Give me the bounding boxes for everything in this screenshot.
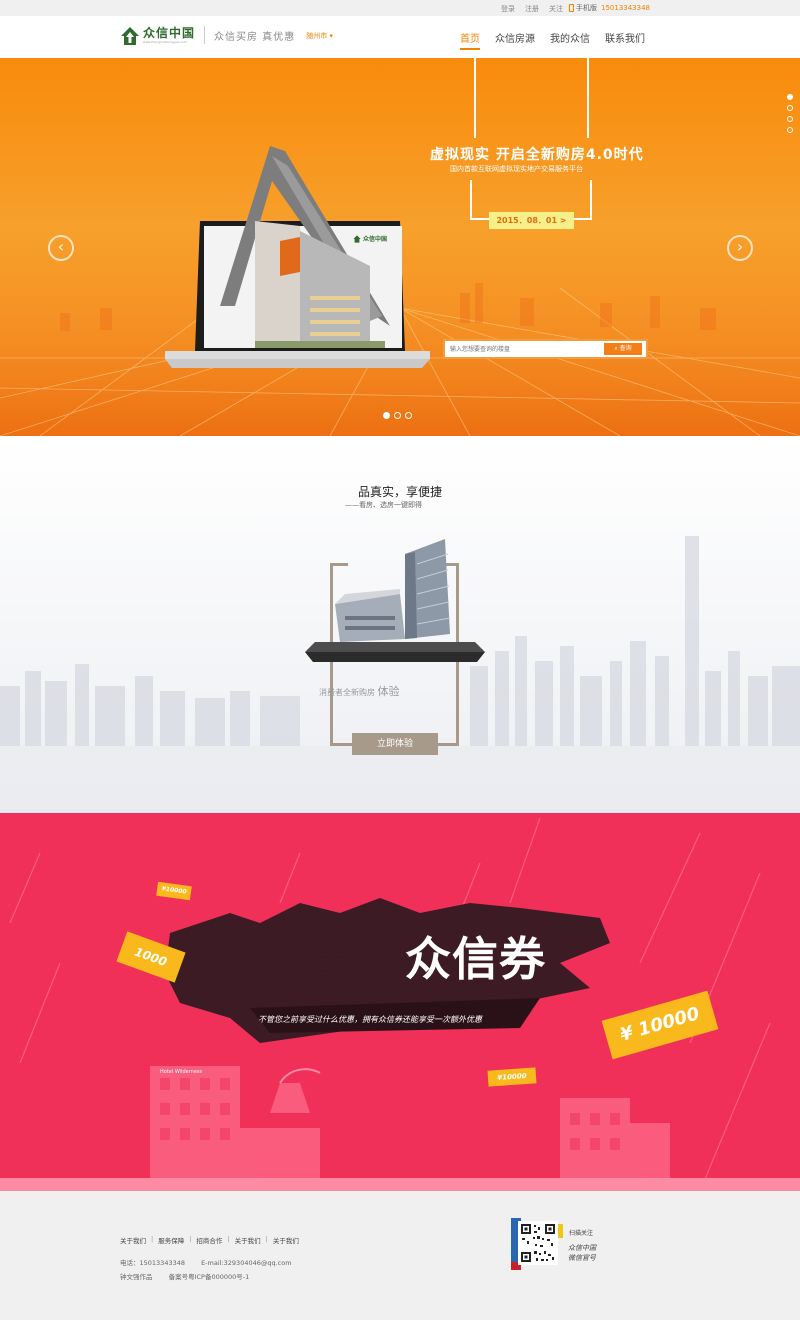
building-model-illustration bbox=[305, 539, 485, 662]
side-slide-indicator bbox=[787, 94, 793, 133]
laptop-screen-logo: 众信中国 bbox=[353, 234, 387, 243]
footer-link-about-2[interactable]: 关于我们 bbox=[235, 1235, 261, 1245]
house-logo-icon bbox=[121, 27, 139, 45]
phone-icon bbox=[569, 4, 574, 12]
experience-caption-prefix: 消费者全新购房 bbox=[319, 688, 375, 697]
frame-line-left-top bbox=[474, 58, 476, 138]
experience-subtitle: ——看房、选房一键即得 bbox=[345, 501, 422, 509]
nav-contact[interactable]: 联系我们 bbox=[605, 30, 645, 50]
coupon-title-brand-voucher: 众信券 bbox=[405, 932, 546, 986]
experience-caption: 消费者全新购房 体验 bbox=[319, 683, 400, 699]
frame-line-right-top bbox=[587, 58, 589, 138]
side-dot[interactable] bbox=[787, 105, 793, 111]
mobile-version-link[interactable]: 手机版 bbox=[569, 3, 597, 13]
footer-separator: | bbox=[227, 1235, 230, 1243]
nav-my-account[interactable]: 我的众信 bbox=[550, 30, 590, 50]
hotline-number: 15013343348 bbox=[601, 4, 650, 12]
footer-link-about[interactable]: 关于我们 bbox=[120, 1235, 146, 1245]
nav-listings[interactable]: 众信房源 bbox=[495, 30, 535, 50]
coupon-promo-section: ¥10000 1000 额外优惠 众信券 不管您之前享受过什么优惠，拥有众信券还… bbox=[0, 813, 800, 1191]
search-icon: ⌕ bbox=[614, 345, 618, 352]
coupon-ticket-small-right: ¥10000 bbox=[487, 1067, 537, 1087]
building-sign: Hotel Wilderness bbox=[160, 1069, 203, 1075]
property-search-input[interactable] bbox=[450, 342, 605, 356]
bottom-dot[interactable] bbox=[383, 412, 390, 419]
laptop-logo-text: 众信中国 bbox=[363, 236, 388, 243]
logo-divider bbox=[204, 26, 206, 44]
experience-section: 品真实，享便捷 ——看房、选房一键即得 消费者全新购房 体验 立即体验 bbox=[0, 436, 800, 813]
main-nav: 首页 众信房源 我的众信 联系我们 bbox=[460, 30, 645, 50]
bottom-dot[interactable] bbox=[394, 412, 401, 419]
experience-caption-emphasis: 体验 bbox=[377, 685, 400, 698]
footer-links: 关于我们 | 服务保障 | 招商合作 | 关于我们 | 关于我们 bbox=[120, 1235, 299, 1245]
banner-title: 虚拟现实 开启全新购房4.0时代 bbox=[430, 147, 644, 163]
side-dot[interactable] bbox=[787, 127, 793, 133]
bottom-slide-indicator bbox=[383, 412, 412, 419]
experience-title: 品真实，享便捷 bbox=[357, 485, 442, 499]
nav-home[interactable]: 首页 bbox=[460, 30, 480, 50]
next-slide-arrow[interactable]: › bbox=[727, 235, 753, 261]
footer-link-about-3[interactable]: 关于我们 bbox=[273, 1235, 299, 1245]
laptop-building-illustration bbox=[165, 146, 430, 368]
house-mini-icon bbox=[353, 234, 361, 243]
frame-line-left-bottom bbox=[470, 180, 472, 220]
top-utility-bar: 登录 注册 关注 手机版 15013343348 bbox=[0, 0, 800, 16]
mobile-version-label: 手机版 bbox=[576, 4, 597, 12]
logo-text: 众信中国 www.zhongxinzhongguo.com bbox=[143, 26, 195, 44]
search-button[interactable]: ⌕ 查询 bbox=[604, 343, 642, 355]
search-button-label: 查询 bbox=[619, 345, 632, 352]
footer-separator: | bbox=[265, 1235, 268, 1243]
footer-separator: | bbox=[151, 1235, 154, 1243]
side-dot[interactable] bbox=[787, 116, 793, 122]
footer-copyright: 钟文强作品 备案号粤ICP备000000号-1 bbox=[120, 1271, 249, 1281]
city-selector[interactable]: 随州市 ▾ bbox=[306, 31, 333, 41]
slogan: 众信买房 真优惠 bbox=[214, 32, 296, 43]
logo-url: www.zhongxinzhongguo.com bbox=[143, 40, 187, 44]
hero-banner: 虚拟现实 开启全新购房4.0时代 国内首款互联网虚拟现实地产交易服务平台 201… bbox=[0, 58, 800, 436]
site-header: 众信中国 www.zhongxinzhongguo.com 众信买房 真优惠 随… bbox=[0, 16, 800, 58]
footer-link-partnership[interactable]: 招商合作 bbox=[196, 1235, 222, 1245]
qr-brand-account: 微信官号 bbox=[568, 1254, 596, 1262]
launch-date-button[interactable]: 2015．08．01 > bbox=[489, 212, 574, 229]
logo-name: 众信中国 bbox=[143, 26, 196, 40]
side-dot[interactable] bbox=[787, 94, 793, 100]
footer-separator: | bbox=[189, 1235, 192, 1243]
wechat-qr-code bbox=[511, 1218, 563, 1270]
bottom-dot[interactable] bbox=[405, 412, 412, 419]
try-now-button[interactable]: 立即体验 bbox=[352, 733, 438, 755]
footer-icp: 备案号粤ICP备000000号-1 bbox=[168, 1273, 250, 1281]
register-link[interactable]: 注册 bbox=[525, 4, 539, 14]
follow-link[interactable]: 关注 bbox=[549, 4, 563, 14]
footer-email: E-mail:329304046@qq.com bbox=[201, 1259, 292, 1267]
banner-subtitle: 国内首款互联网虚拟现实地产交易服务平台 bbox=[450, 165, 583, 173]
coupon-description: 不管您之前享受过什么优惠，拥有众信券还能享受一次额外优惠 bbox=[258, 1015, 482, 1024]
qr-brand-name: 众信中国 bbox=[568, 1244, 596, 1252]
footer-contact: 电话：15013343348 E-mail:329304046@qq.com bbox=[120, 1257, 292, 1267]
footer-link-service[interactable]: 服务保障 bbox=[158, 1235, 184, 1245]
login-link[interactable]: 登录 bbox=[501, 4, 515, 14]
qr-scan-label: 扫描关注 bbox=[569, 1230, 594, 1237]
account-links: 登录 注册 关注 bbox=[501, 4, 563, 14]
footer-phone: 电话：15013343348 bbox=[120, 1259, 185, 1267]
qr-brand: 众信中国 微信官号 bbox=[568, 1243, 596, 1263]
site-footer: 关于我们 | 服务保障 | 招商合作 | 关于我们 | 关于我们 电话：1501… bbox=[0, 1191, 800, 1320]
property-search-box: ⌕ 查询 bbox=[443, 339, 648, 359]
coupon-title-extra-discount: 额外优惠 bbox=[188, 948, 356, 994]
site-logo[interactable]: 众信中国 www.zhongxinzhongguo.com 众信买房 真优惠 随… bbox=[120, 26, 333, 46]
prev-slide-arrow[interactable]: ‹ bbox=[48, 235, 74, 261]
frame-line-right-bottom bbox=[590, 180, 592, 220]
footer-author: 钟文强作品 bbox=[120, 1273, 153, 1281]
